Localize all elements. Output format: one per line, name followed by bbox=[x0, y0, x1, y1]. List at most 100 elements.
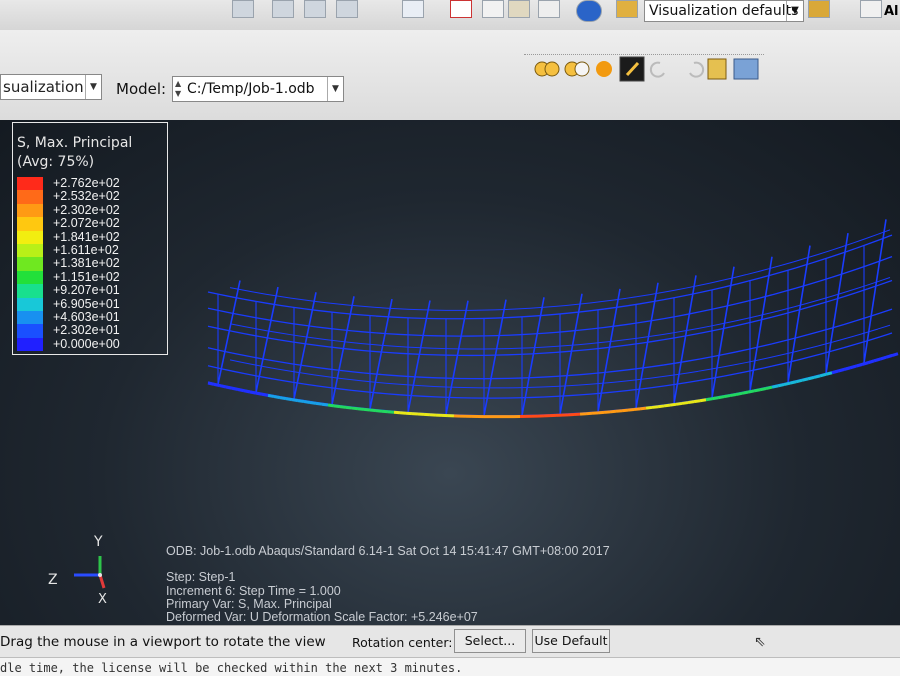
stress-contour-edge bbox=[628, 409, 634, 410]
mesh-edge bbox=[556, 351, 568, 352]
overlay-icon[interactable] bbox=[565, 62, 589, 76]
lock-contour-icon[interactable] bbox=[535, 62, 559, 76]
module-value: sualization bbox=[3, 78, 84, 96]
cube-icon[interactable] bbox=[808, 0, 830, 18]
toolbar-button-icon[interactable] bbox=[232, 0, 254, 18]
mesh-edge bbox=[338, 378, 350, 379]
module-dropdown[interactable]: sualization ▼ bbox=[0, 74, 102, 100]
odb-info-line: ODB: Job-1.odb Abaqus/Standard 6.14-1 Sa… bbox=[166, 544, 610, 558]
mesh-edge bbox=[640, 388, 652, 390]
select-arrow-icon[interactable] bbox=[482, 0, 504, 18]
mesh-edge bbox=[856, 244, 868, 248]
toolbar-button-icon[interactable] bbox=[304, 0, 326, 18]
mesh-edge bbox=[304, 309, 316, 311]
mesh-edge bbox=[374, 345, 386, 346]
mesh-edge bbox=[352, 331, 364, 332]
use-default-button[interactable]: Use Default bbox=[532, 629, 610, 653]
mesh-edge bbox=[568, 375, 580, 376]
stress-contour-edge bbox=[754, 390, 760, 391]
query-icon[interactable] bbox=[402, 0, 424, 18]
stress-contour-edge bbox=[340, 407, 346, 408]
visualization-defaults-dropdown[interactable]: Visualization defaults ▼ bbox=[644, 0, 804, 22]
stress-contour-edge bbox=[616, 411, 622, 412]
mesh-edge bbox=[636, 283, 658, 409]
model-dropdown[interactable]: ▲▼ C:/Temp/Job-1.odb ▼ bbox=[172, 76, 344, 102]
select-button[interactable]: Select... bbox=[454, 629, 526, 653]
mesh-edge bbox=[628, 304, 640, 306]
mesh-edge bbox=[530, 307, 542, 308]
stress-contour-edge bbox=[364, 409, 370, 410]
info-icon[interactable] bbox=[576, 0, 602, 22]
mesh-edge bbox=[532, 377, 544, 378]
mesh-edge bbox=[220, 350, 232, 353]
mesh-edge bbox=[424, 396, 436, 397]
visualization-options-icon[interactable] bbox=[616, 0, 638, 18]
mesh-edge bbox=[280, 305, 292, 307]
mesh-edge bbox=[590, 383, 602, 384]
pointer-icon[interactable] bbox=[860, 0, 882, 18]
coordinate-triad bbox=[60, 550, 120, 610]
undo-icon[interactable] bbox=[651, 63, 664, 77]
mesh-edge bbox=[230, 324, 242, 326]
stress-contour-edge bbox=[826, 373, 832, 375]
mesh-edge bbox=[712, 307, 724, 310]
chevron-down-icon: ▼ bbox=[85, 75, 101, 99]
viewport-icon[interactable] bbox=[734, 59, 758, 79]
mesh-edge bbox=[556, 313, 568, 314]
stress-contour-edge bbox=[652, 407, 658, 408]
pdf-icon[interactable] bbox=[450, 0, 472, 18]
mesh-edge bbox=[316, 310, 328, 311]
mesh-edge bbox=[650, 335, 662, 337]
mesh-edge bbox=[844, 293, 856, 297]
mesh-edge bbox=[434, 386, 446, 387]
mesh-edge bbox=[832, 348, 844, 351]
mesh-edge bbox=[772, 314, 784, 317]
mesh-edge bbox=[734, 319, 746, 322]
stress-contour-edge bbox=[760, 388, 766, 389]
mesh-edge bbox=[280, 362, 292, 364]
stress-contour-edge bbox=[610, 411, 616, 412]
mesh-edge bbox=[328, 328, 340, 329]
render-icon[interactable] bbox=[596, 61, 612, 77]
redo-icon[interactable] bbox=[690, 63, 703, 77]
mesh-edge bbox=[794, 349, 806, 352]
graphics-viewport[interactable]: S, Max. Principal (Avg: 75%) +2.762e+02+… bbox=[0, 120, 900, 625]
mesh-edge bbox=[856, 317, 868, 321]
layers-icon[interactable] bbox=[708, 59, 726, 79]
mesh-edge bbox=[256, 358, 268, 360]
mesh-edge bbox=[338, 304, 350, 305]
mesh-edge bbox=[772, 363, 784, 366]
mesh-edge bbox=[628, 368, 640, 370]
mesh-edge bbox=[376, 333, 388, 334]
mesh-edge bbox=[760, 366, 772, 369]
mesh-edge bbox=[388, 353, 400, 354]
toolbar-truncated-label: Al bbox=[884, 4, 899, 19]
mesh-edge bbox=[652, 386, 664, 388]
mesh-edge bbox=[662, 290, 674, 292]
mesh-edge bbox=[854, 239, 866, 243]
stress-contour-edge bbox=[766, 387, 772, 388]
dotted-grid-icon[interactable] bbox=[538, 0, 560, 18]
mesh-edge bbox=[424, 377, 436, 378]
mesh-edge bbox=[844, 269, 856, 273]
mesh-edge bbox=[746, 316, 758, 319]
mesh-edge bbox=[256, 301, 268, 303]
view-tools-icons bbox=[524, 55, 764, 89]
mesh-edge bbox=[700, 331, 712, 333]
mesh-edge bbox=[242, 326, 254, 328]
mesh-edge bbox=[640, 302, 652, 304]
mesh-edge bbox=[640, 321, 652, 323]
stress-contour-edge bbox=[844, 368, 850, 370]
mesh-edge bbox=[388, 394, 400, 395]
toolbar-button-icon[interactable] bbox=[272, 0, 294, 18]
mesh-edge bbox=[544, 396, 556, 397]
mesh-edge bbox=[796, 357, 808, 360]
chevron-down-icon: ▼ bbox=[327, 77, 343, 101]
mesh-edge bbox=[880, 280, 892, 284]
mesh-edge bbox=[220, 311, 232, 313]
mesh-edge bbox=[400, 395, 412, 396]
grid-icon[interactable] bbox=[508, 0, 530, 18]
toolbar-button-icon[interactable] bbox=[336, 0, 358, 18]
mesh-edge bbox=[280, 340, 292, 342]
mesh-edge bbox=[808, 354, 820, 357]
